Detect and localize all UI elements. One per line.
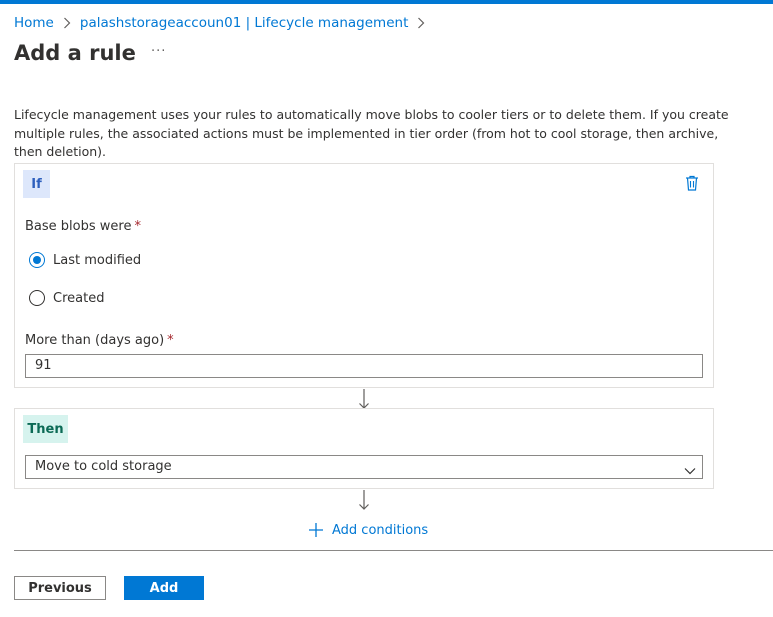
chevron-down-icon <box>684 462 696 475</box>
arrow-down-icon <box>358 388 370 410</box>
action-select[interactable]: Move to cold storage <box>25 455 703 479</box>
radio-label-last-modified: Last modified <box>53 252 142 268</box>
top-accent-bar <box>0 0 773 4</box>
required-mark: * <box>167 333 174 348</box>
previous-button[interactable]: Previous <box>14 576 106 600</box>
plus-icon <box>309 523 323 537</box>
breadcrumb: Home palashstorageaccoun01 | Lifecycle m… <box>14 14 434 32</box>
chevron-right-icon <box>414 16 428 30</box>
then-action-card: Then Move to cold storage <box>14 408 714 489</box>
days-ago-label-text: More than (days ago) <box>25 333 165 348</box>
radio-button-checked[interactable] <box>29 252 45 268</box>
add-button[interactable]: Add <box>124 576 204 600</box>
days-ago-label: More than (days ago) * <box>25 333 174 348</box>
page-title: Add a rule <box>14 41 136 65</box>
days-ago-input[interactable]: 91 <box>25 354 703 378</box>
base-blobs-label-text: Base blobs were <box>25 219 132 234</box>
arrow-down-icon <box>358 489 370 511</box>
then-badge: Then <box>23 415 68 443</box>
radio-label-created: Created <box>53 290 105 306</box>
breadcrumb-lifecycle-management[interactable]: palashstorageaccoun01 | Lifecycle manage… <box>80 15 408 31</box>
trash-icon <box>686 175 698 191</box>
more-options-button[interactable]: ··· <box>151 45 167 58</box>
page-description: Lifecycle management uses your rules to … <box>14 107 729 159</box>
footer-divider <box>14 550 773 551</box>
radio-dot <box>33 256 41 264</box>
radio-created[interactable]: Created <box>29 290 104 306</box>
breadcrumb-home[interactable]: Home <box>14 15 54 31</box>
required-mark: * <box>134 219 141 234</box>
if-badge: If <box>23 170 50 198</box>
add-conditions-button[interactable]: Add conditions <box>308 522 428 538</box>
radio-button-unchecked[interactable] <box>29 290 45 306</box>
action-select-value: Move to cold storage <box>35 459 172 474</box>
if-condition-card: If Base blobs were * Last modified Create… <box>14 163 714 388</box>
chevron-right-icon <box>60 16 74 30</box>
add-conditions-label: Add conditions <box>332 522 429 538</box>
delete-condition-button[interactable] <box>684 174 700 192</box>
base-blobs-label: Base blobs were * <box>25 219 141 234</box>
radio-last-modified[interactable]: Last modified <box>29 252 141 268</box>
